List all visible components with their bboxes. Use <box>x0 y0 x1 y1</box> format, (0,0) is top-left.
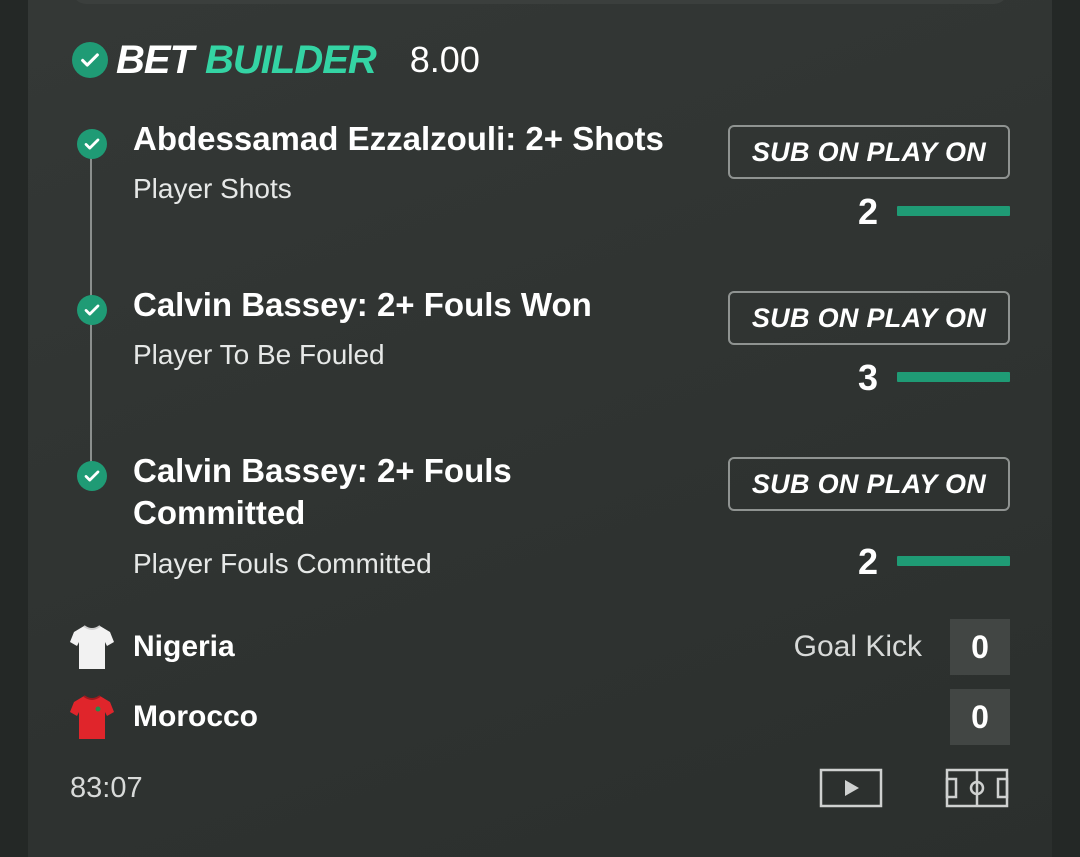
home-team-name: Nigeria <box>133 630 235 663</box>
progress-bar <box>897 206 1010 216</box>
leg-current-value: 3 <box>857 357 879 398</box>
odds: 8.00 <box>409 39 480 80</box>
sub-on-play-on-button[interactable]: SUB ON PLAY ON <box>728 291 1010 345</box>
away-score: 0 <box>950 689 1010 745</box>
last-event: Goal Kick <box>793 630 922 663</box>
leg-title: Calvin Bassey: 2+ Fouls Committed <box>133 452 512 531</box>
leg-title: Calvin Bassey: 2+ Fouls Won <box>133 286 592 323</box>
leg-market: Player Fouls Committed <box>133 548 432 579</box>
sub-on-play-on-button[interactable]: SUB ON PLAY ON <box>728 125 1010 179</box>
shirt-icon <box>70 625 114 669</box>
play-video-icon[interactable] <box>819 768 883 808</box>
check-icon <box>77 295 107 325</box>
home-team-row: Nigeria <box>70 622 235 672</box>
brand-bet: BET <box>116 37 194 82</box>
leg-current-value: 2 <box>857 541 879 582</box>
bet-builder-header: BET BUILDER 8.00 <box>72 37 480 82</box>
shirt-icon <box>70 695 114 739</box>
brand-builder: BUILDER <box>205 37 377 82</box>
pitch-tracker-icon[interactable] <box>945 768 1009 808</box>
leg-current-value: 2 <box>857 191 879 232</box>
leg-market: Player To Be Fouled <box>133 339 385 370</box>
sub-on-play-on-button[interactable]: SUB ON PLAY ON <box>728 457 1010 511</box>
away-team-name: Morocco <box>133 700 259 733</box>
home-score: 0 <box>950 619 1010 675</box>
progress-bar <box>897 556 1010 566</box>
check-icon <box>72 42 108 78</box>
match-clock: 83:07 <box>70 772 143 804</box>
progress-bar <box>897 372 1010 382</box>
away-team-row: Morocco <box>70 692 258 742</box>
check-icon <box>77 129 107 159</box>
leg-title: Abdessamad Ezzalzouli: 2+ Shots <box>133 120 664 157</box>
check-icon <box>77 461 107 491</box>
previous-card-edge <box>72 0 1008 4</box>
leg-market: Player Shots <box>133 173 292 204</box>
